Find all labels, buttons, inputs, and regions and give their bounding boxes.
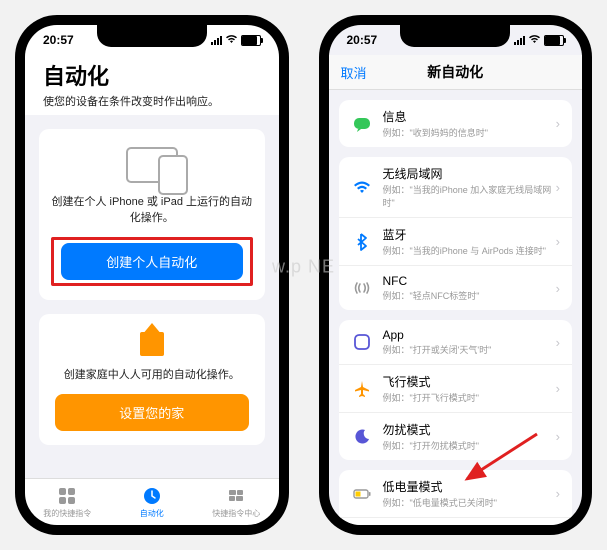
row-title: App [383,328,556,342]
automation-trigger-row-bluetooth[interactable]: 蓝牙 例如："当我的iPhone 与 AirPods 连接时" › [339,217,573,265]
lowpower-icon [351,483,373,505]
chevron-right-icon: › [556,335,560,350]
signal-icon [514,36,525,45]
row-title: NFC [383,274,556,288]
page-title: 自动化 [43,59,261,91]
row-title: 勿扰模式 [383,421,556,438]
bluetooth-icon [351,231,373,253]
page-subtitle: 使您的设备在条件改变时作出响应。 [43,93,261,109]
status-time: 20:57 [43,33,74,47]
chevron-right-icon: › [556,281,560,296]
message-icon [351,113,373,135]
automation-trigger-row-dnd[interactable]: 勿扰模式 例如："打开勿扰模式时" › [339,412,573,460]
devices-icon [126,147,178,183]
row-subtitle: 例如："当我的iPhone 与 AirPods 连接时" [383,244,556,257]
home-automation-card: 创建家庭中人人可用的自动化操作。 设置您的家 [39,314,265,445]
row-title: 无线局域网 [383,165,556,182]
setup-home-button[interactable]: 设置您的家 [55,394,249,431]
chevron-right-icon: › [556,180,560,195]
nav-bar: 取消 新自动化 [329,55,583,90]
row-title: 信息 [383,108,556,125]
status-time: 20:57 [347,33,378,47]
nav-title: 新自动化 [427,62,483,82]
row-subtitle: 例如："当我的iPhone 加入家庭无线局域网时" [383,183,556,209]
tab-bar: 我的快捷指令 自动化 快捷指令中心 [25,478,279,525]
grid-icon [57,486,77,506]
row-subtitle: 例如："轻点NFC标签时" [383,289,556,302]
airplane-icon [351,378,373,400]
cancel-button[interactable]: 取消 [341,63,367,82]
create-personal-automation-button[interactable]: 创建个人自动化 [61,243,243,280]
automation-trigger-row-lowpower[interactable]: 低电量模式 例如："低电量模式已关闭时" › [339,470,573,517]
tab-shortcuts[interactable]: 我的快捷指令 [25,479,110,525]
wifi-icon [528,34,541,47]
wifi-icon [225,34,238,47]
watermark: w.p NE [272,256,335,277]
row-subtitle: 例如："打开勿扰模式时" [383,439,556,452]
row-subtitle: 例如："低电量模式已关闭时" [383,496,556,509]
tab-gallery[interactable]: 快捷指令中心 [194,479,279,525]
highlight-frame: 创建个人自动化 [51,237,253,286]
tab-automation[interactable]: 自动化 [110,479,195,525]
automation-trigger-row-message[interactable]: 信息 例如："收到妈妈的信息时" › [339,100,573,147]
automation-trigger-row-battery[interactable]: 电池电量 例如："电 超过50%时" › [339,517,573,525]
chevron-right-icon: › [556,116,560,131]
battery-icon [241,35,261,46]
battery-icon [544,35,564,46]
automation-trigger-row-wifi[interactable]: 无线局域网 例如："当我的iPhone 加入家庭无线局域网时" › [339,157,573,217]
nfc-icon [351,277,373,299]
chevron-right-icon: › [556,234,560,249]
row-title: 飞行模式 [383,373,556,390]
automation-trigger-row-app[interactable]: App 例如："打开或关闭'天气'时" › [339,320,573,364]
row-subtitle: 例如："打开或关闭'天气'时" [383,343,556,356]
chevron-right-icon: › [556,486,560,501]
clock-icon [142,486,162,506]
row-title: 低电量模式 [383,478,556,495]
card-desc: 创建家庭中人人可用的自动化操作。 [51,366,253,382]
gallery-icon [226,486,246,506]
app-icon [351,331,373,353]
automation-trigger-row-airplane[interactable]: 飞行模式 例如："打开飞行模式时" › [339,364,573,412]
home-icon [140,332,164,356]
row-subtitle: 例如："打开飞行模式时" [383,391,556,404]
row-title: 蓝牙 [383,226,556,243]
card-desc: 创建在个人 iPhone 或 iPad 上运行的自动化操作。 [51,193,253,225]
personal-automation-card: 创建在个人 iPhone 或 iPad 上运行的自动化操作。 创建个人自动化 [39,129,265,300]
automation-trigger-row-nfc[interactable]: NFC 例如："轻点NFC标签时" › [339,265,573,310]
dnd-icon [351,426,373,448]
row-subtitle: 例如："收到妈妈的信息时" [383,126,556,139]
chevron-right-icon: › [556,429,560,444]
chevron-right-icon: › [556,381,560,396]
signal-icon [211,36,222,45]
wifi-icon [351,176,373,198]
